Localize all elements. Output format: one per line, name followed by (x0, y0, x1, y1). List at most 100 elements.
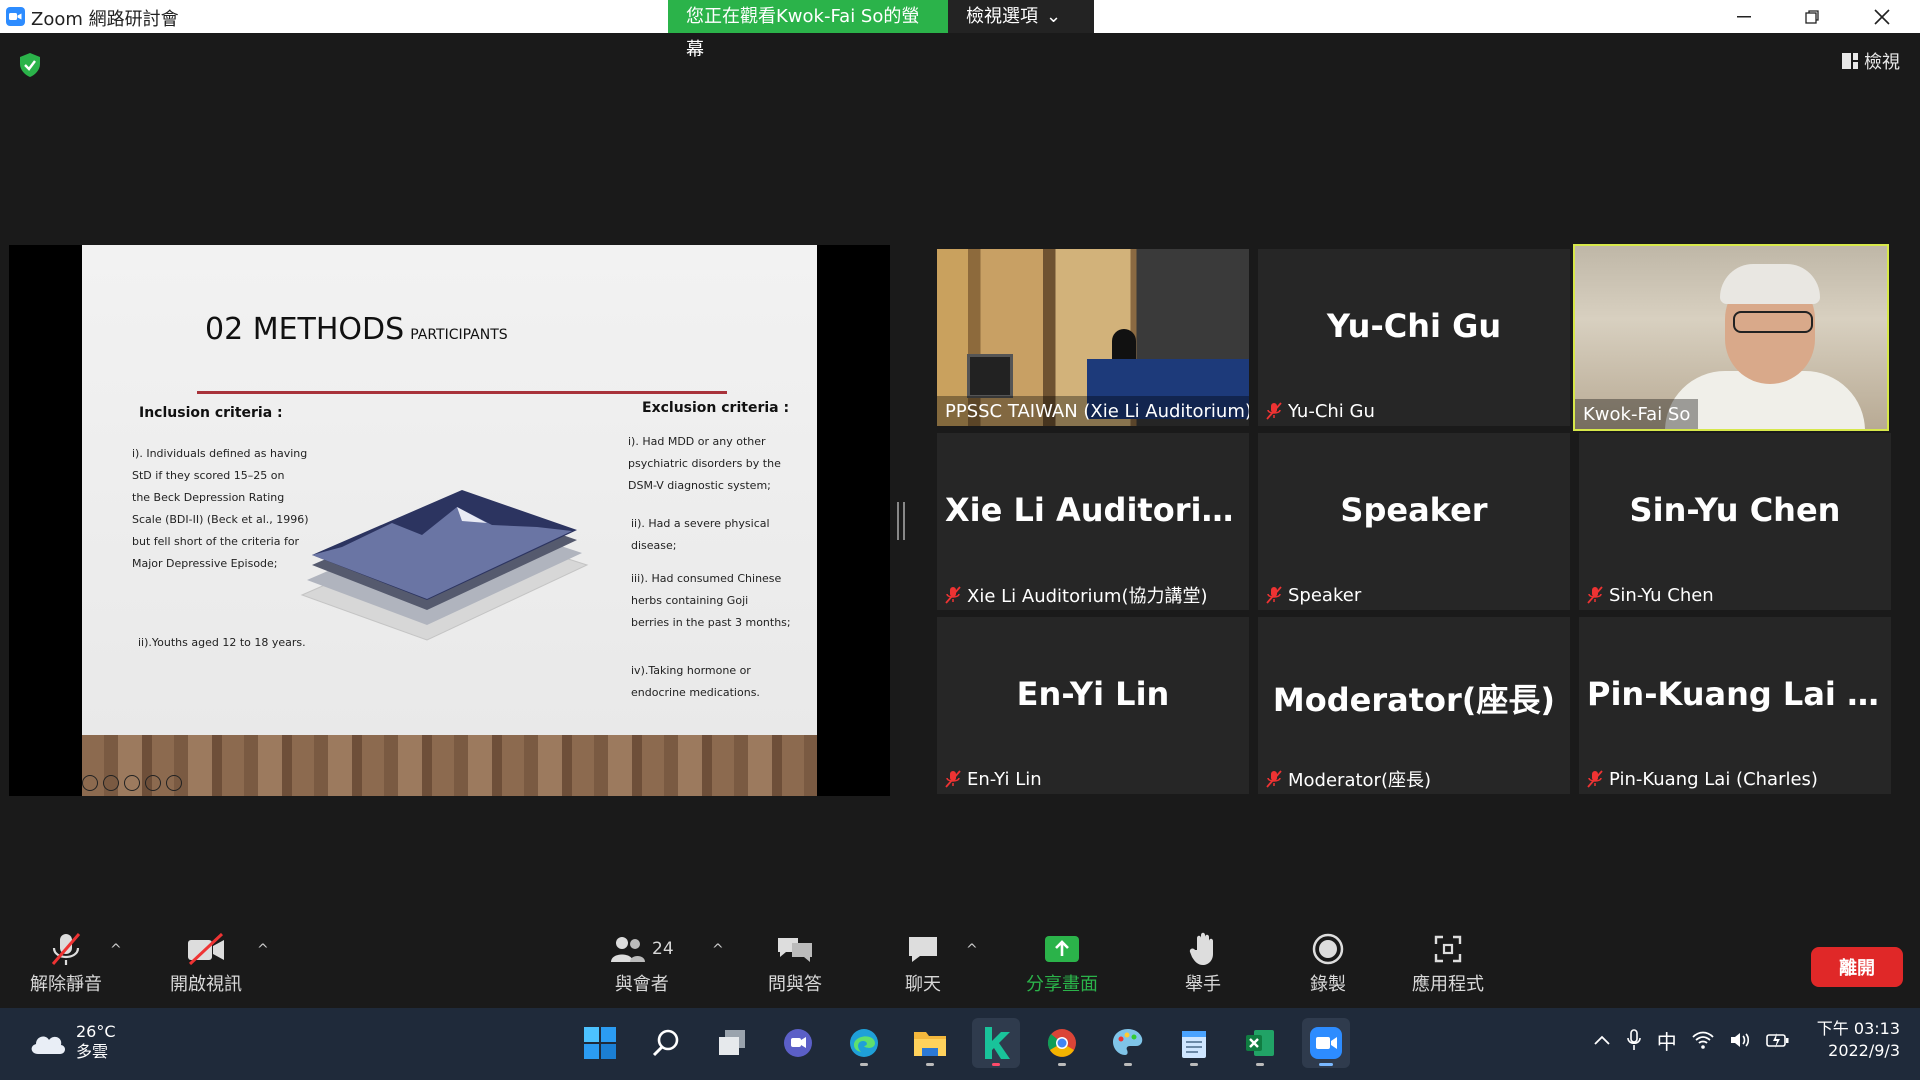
audio-options-caret[interactable]: ^ (110, 942, 122, 958)
participant-name-label: Xie Li Auditorium(協力講堂) (937, 580, 1216, 610)
chat-label: 聊天 (905, 974, 941, 995)
view-label: 檢視 (1864, 52, 1900, 73)
chat-button[interactable]: 聊天 (905, 928, 941, 996)
wifi-icon[interactable] (1691, 1030, 1715, 1050)
raise-hand-button[interactable]: 舉手 (1185, 928, 1221, 996)
share-screen-label: 分享畫面 (1026, 974, 1098, 995)
slide-title: 02 METHODS PARTICIPANTS (205, 312, 508, 347)
file-explorer-button[interactable] (906, 1018, 954, 1068)
running-indicator (1058, 1063, 1066, 1066)
running-indicator (1319, 1063, 1333, 1066)
raise-hand-icon (1189, 932, 1213, 965)
windows-start-icon (584, 1027, 616, 1059)
teams-chat-button[interactable] (774, 1018, 822, 1068)
mountain-image (300, 490, 589, 641)
text-line: DSM-V diagnostic system; (628, 479, 771, 492)
split-resize-handle[interactable] (897, 502, 905, 540)
meeting-toolbar: 解除靜音 ^ 開啟視訊 ^ 24 與會者 ^ 問與答 聊天 ^ 分享畫面 舉手 … (0, 920, 1920, 1008)
text-line: i). Individuals defined as having (132, 447, 308, 460)
participants-button[interactable]: 24 與會者 (610, 928, 674, 996)
presentation-slide: 02 METHODS PARTICIPANTS Inclusion criteri… (82, 245, 817, 735)
volume-icon[interactable] (1729, 1030, 1751, 1050)
participant-tile[interactable]: Sin-Yu Chen Sin-Yu Chen (1579, 433, 1891, 610)
edge-button[interactable] (840, 1018, 888, 1068)
zoom-taskbar-button[interactable] (1302, 1018, 1350, 1068)
ime-indicator[interactable]: 中 (1657, 1026, 1677, 1055)
restore-button[interactable] (1782, 0, 1842, 33)
unmute-button[interactable]: 解除靜音 (30, 928, 102, 996)
paint-button[interactable] (1104, 1018, 1152, 1068)
chrome-button[interactable] (1038, 1018, 1086, 1068)
start-video-button[interactable]: 開啟視訊 (170, 928, 242, 996)
slide-subtitle: PARTICIPANTS (410, 327, 508, 343)
temperature: 26°C (76, 1022, 116, 1041)
qa-button[interactable]: 問與答 (768, 928, 822, 996)
captions-icon[interactable] (124, 775, 140, 791)
qa-icon (778, 938, 812, 962)
text-line: iv).Taking hormone or (631, 664, 751, 677)
raise-hand-label: 舉手 (1185, 974, 1221, 995)
search-button[interactable] (642, 1018, 690, 1068)
notepad-button[interactable] (1170, 1018, 1218, 1068)
mic-muted-icon (1587, 586, 1603, 604)
participant-display-name: Moderator(座長) (1272, 681, 1556, 719)
zoom-logo-icon (6, 7, 25, 26)
participant-tile[interactable]: Speaker Speaker (1258, 433, 1570, 610)
participant-tile[interactable]: En-Yi Lin En-Yi Lin (937, 617, 1249, 794)
chat-options-caret[interactable]: ^ (966, 942, 978, 958)
weather-widget[interactable]: 26°C 多雲 (28, 1022, 116, 1062)
participant-tile[interactable]: PPSSC TAIWAN (Xie Li Auditorium) (937, 249, 1249, 426)
start-button[interactable] (576, 1018, 624, 1068)
active-speaker-tile[interactable]: Kwok-Fai So (1573, 244, 1889, 431)
exclusion-item-2: ii). Had a severe physical disease; (631, 513, 770, 557)
more-icon[interactable] (145, 775, 161, 791)
title-bar: Zoom 網路研討會 您正在觀看Kwok-Fai So的螢幕 檢視選項 ⌄ (0, 0, 1920, 60)
participant-tile[interactable]: Yu-Chi Gu Yu-Chi Gu (1258, 249, 1570, 426)
mic-muted-icon (945, 770, 961, 788)
participant-name: Moderator(座長) (1288, 770, 1431, 791)
minimize-icon (1737, 15, 1751, 17)
shared-screen[interactable]: 02 METHODS PARTICIPANTS Inclusion criteri… (9, 245, 890, 796)
text-line: iii). Had consumed Chinese (631, 572, 782, 585)
view-layout-button[interactable]: 檢視 (1842, 48, 1900, 74)
next-slide-icon[interactable] (166, 775, 182, 791)
battery-icon[interactable] (1765, 1030, 1791, 1050)
record-label: 錄製 (1310, 974, 1346, 995)
k-app-button[interactable] (972, 1018, 1020, 1068)
clock-time: 下午 03:13 (1816, 1019, 1900, 1038)
slide-divider (197, 391, 727, 394)
security-shield-icon[interactable] (18, 52, 42, 82)
system-clock[interactable]: 下午 03:13 2022/9/3 (1817, 1018, 1900, 1062)
qa-label: 問與答 (768, 974, 822, 995)
chevron-up-icon[interactable] (1593, 1034, 1611, 1046)
apps-button[interactable]: 應用程式 (1412, 928, 1484, 996)
prev-slide-icon[interactable] (82, 775, 98, 791)
video-options-caret[interactable]: ^ (257, 942, 269, 958)
share-screen-icon (1045, 936, 1079, 962)
task-view-button[interactable] (708, 1018, 756, 1068)
participants-options-caret[interactable]: ^ (712, 942, 724, 958)
inclusion-item-2: ii).Youths aged 12 to 18 years. (138, 636, 306, 649)
text-line: i). Had MDD or any other (628, 435, 766, 448)
notepad-icon (1182, 1031, 1206, 1058)
slide-controls[interactable] (82, 775, 182, 791)
share-screen-button[interactable]: 分享畫面 (1026, 928, 1098, 996)
pen-icon[interactable] (103, 775, 119, 791)
running-indicator (926, 1063, 934, 1066)
view-options-button[interactable]: 檢視選項 ⌄ (948, 0, 1094, 33)
participant-tile[interactable]: Pin-Kuang Lai (... Pin-Kuang Lai (Charle… (1579, 617, 1891, 794)
system-tray: 中 下午 03:13 2022/9/3 (1593, 1018, 1900, 1062)
mic-muted-icon (51, 933, 81, 965)
microphone-icon[interactable] (1625, 1028, 1643, 1052)
minimize-button[interactable] (1714, 0, 1774, 33)
text-line: ii). Had a severe physical (631, 517, 770, 530)
excel-button[interactable] (1236, 1018, 1284, 1068)
participant-tile[interactable]: Xie Li Auditoriu... Xie Li Auditorium(協力… (937, 433, 1249, 610)
record-button[interactable]: 錄製 (1310, 928, 1346, 996)
close-button[interactable] (1852, 0, 1912, 33)
participant-name-label: PPSSC TAIWAN (Xie Li Auditorium) (937, 396, 1249, 426)
participant-name-label: Pin-Kuang Lai (Charles) (1579, 764, 1826, 794)
participant-tile[interactable]: Moderator(座長) Moderator(座長) (1258, 617, 1570, 794)
leave-button[interactable]: 離開 (1811, 947, 1903, 987)
running-indicator (860, 1063, 868, 1066)
